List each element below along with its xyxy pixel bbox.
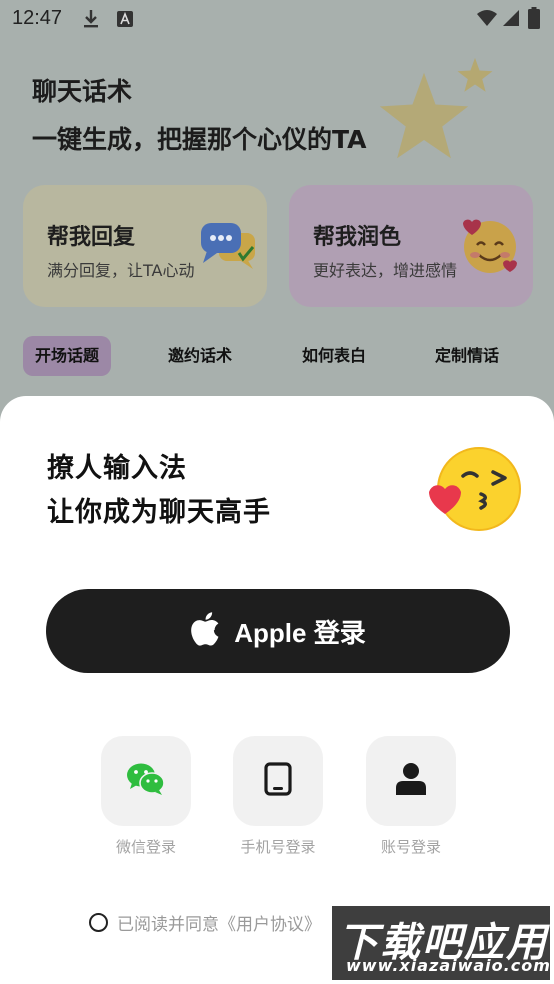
phone-icon [264, 762, 292, 800]
user-icon [395, 762, 427, 800]
card-subtitle: 更好表达，增进感情 [313, 261, 458, 280]
agreement-row: 已阅读并同意《用户协议》 [89, 910, 321, 935]
apple-icon [190, 612, 220, 650]
apple-login-button[interactable]: Apple 登录 [46, 589, 510, 673]
headline-line1: 聊天话术 [32, 77, 133, 106]
wechat-login-option[interactable]: 微信登录 [101, 736, 191, 857]
wechat-icon [126, 762, 166, 800]
site-watermark: 下载吧应用 www.xiazaiwaio.com [332, 906, 550, 980]
apple-login-label: Apple 登录 [234, 617, 366, 648]
wifi-icon [476, 9, 498, 31]
card-help-polish[interactable]: 帮我润色 更好表达，增进感情 [289, 185, 533, 307]
card-title: 帮我回复 [47, 225, 136, 250]
kiss-emoji-icon [427, 446, 523, 532]
tab-how-to-confess[interactable]: 如何表白 [302, 336, 366, 376]
download-icon [82, 9, 100, 33]
account-login-label: 账号登录 [380, 838, 441, 856]
agreement-text[interactable]: 已阅读并同意《用户协议》 [117, 910, 321, 935]
agreement-checkbox[interactable] [89, 913, 108, 932]
battery-icon [528, 7, 540, 33]
wechat-login-label: 微信登录 [115, 838, 176, 856]
status-bar: 12:47 [0, 0, 554, 38]
sheet-title-line1: 撩人输入法 [47, 453, 187, 484]
watermark-url: www.xiazaiwaio.com [346, 956, 551, 975]
tab-opening-topics[interactable]: 开场话题 [23, 336, 112, 376]
phone-login-label: 手机号登录 [240, 838, 316, 856]
tab-invitation-lines[interactable]: 邀约话术 [168, 336, 232, 376]
signal-icon [502, 9, 520, 31]
sheet-title-line2: 让你成为聊天高手 [47, 497, 271, 528]
card-subtitle: 满分回复，让TA心动 [47, 261, 195, 280]
tab-custom-love-words[interactable]: 定制情话 [435, 336, 499, 376]
phone-login-button[interactable] [233, 736, 323, 826]
small-star-icon [456, 56, 494, 94]
wechat-login-button[interactable] [101, 736, 191, 826]
card-help-reply[interactable]: 帮我回复 满分回复，让TA心动 [23, 185, 267, 307]
headline-line2: 一键生成，把握那个心仪的TA [32, 125, 367, 154]
card-title: 帮我润色 [313, 225, 402, 250]
phone-login-option[interactable]: 手机号登录 [233, 736, 323, 857]
topic-tabs: 开场话题 邀约话术 如何表白 定制情话 [0, 336, 554, 378]
chat-bubbles-icon [199, 219, 259, 277]
smiling-hearts-emoji-icon [459, 215, 521, 279]
account-login-button[interactable] [366, 736, 456, 826]
status-time: 12:47 [12, 7, 63, 29]
account-login-option[interactable]: 账号登录 [366, 736, 456, 857]
keyboard-a-icon [116, 10, 134, 32]
login-sheet: 撩人输入法 让你成为聊天高手 Apple 登录 微信登录 手机号登录 账号登录 … [0, 396, 554, 984]
